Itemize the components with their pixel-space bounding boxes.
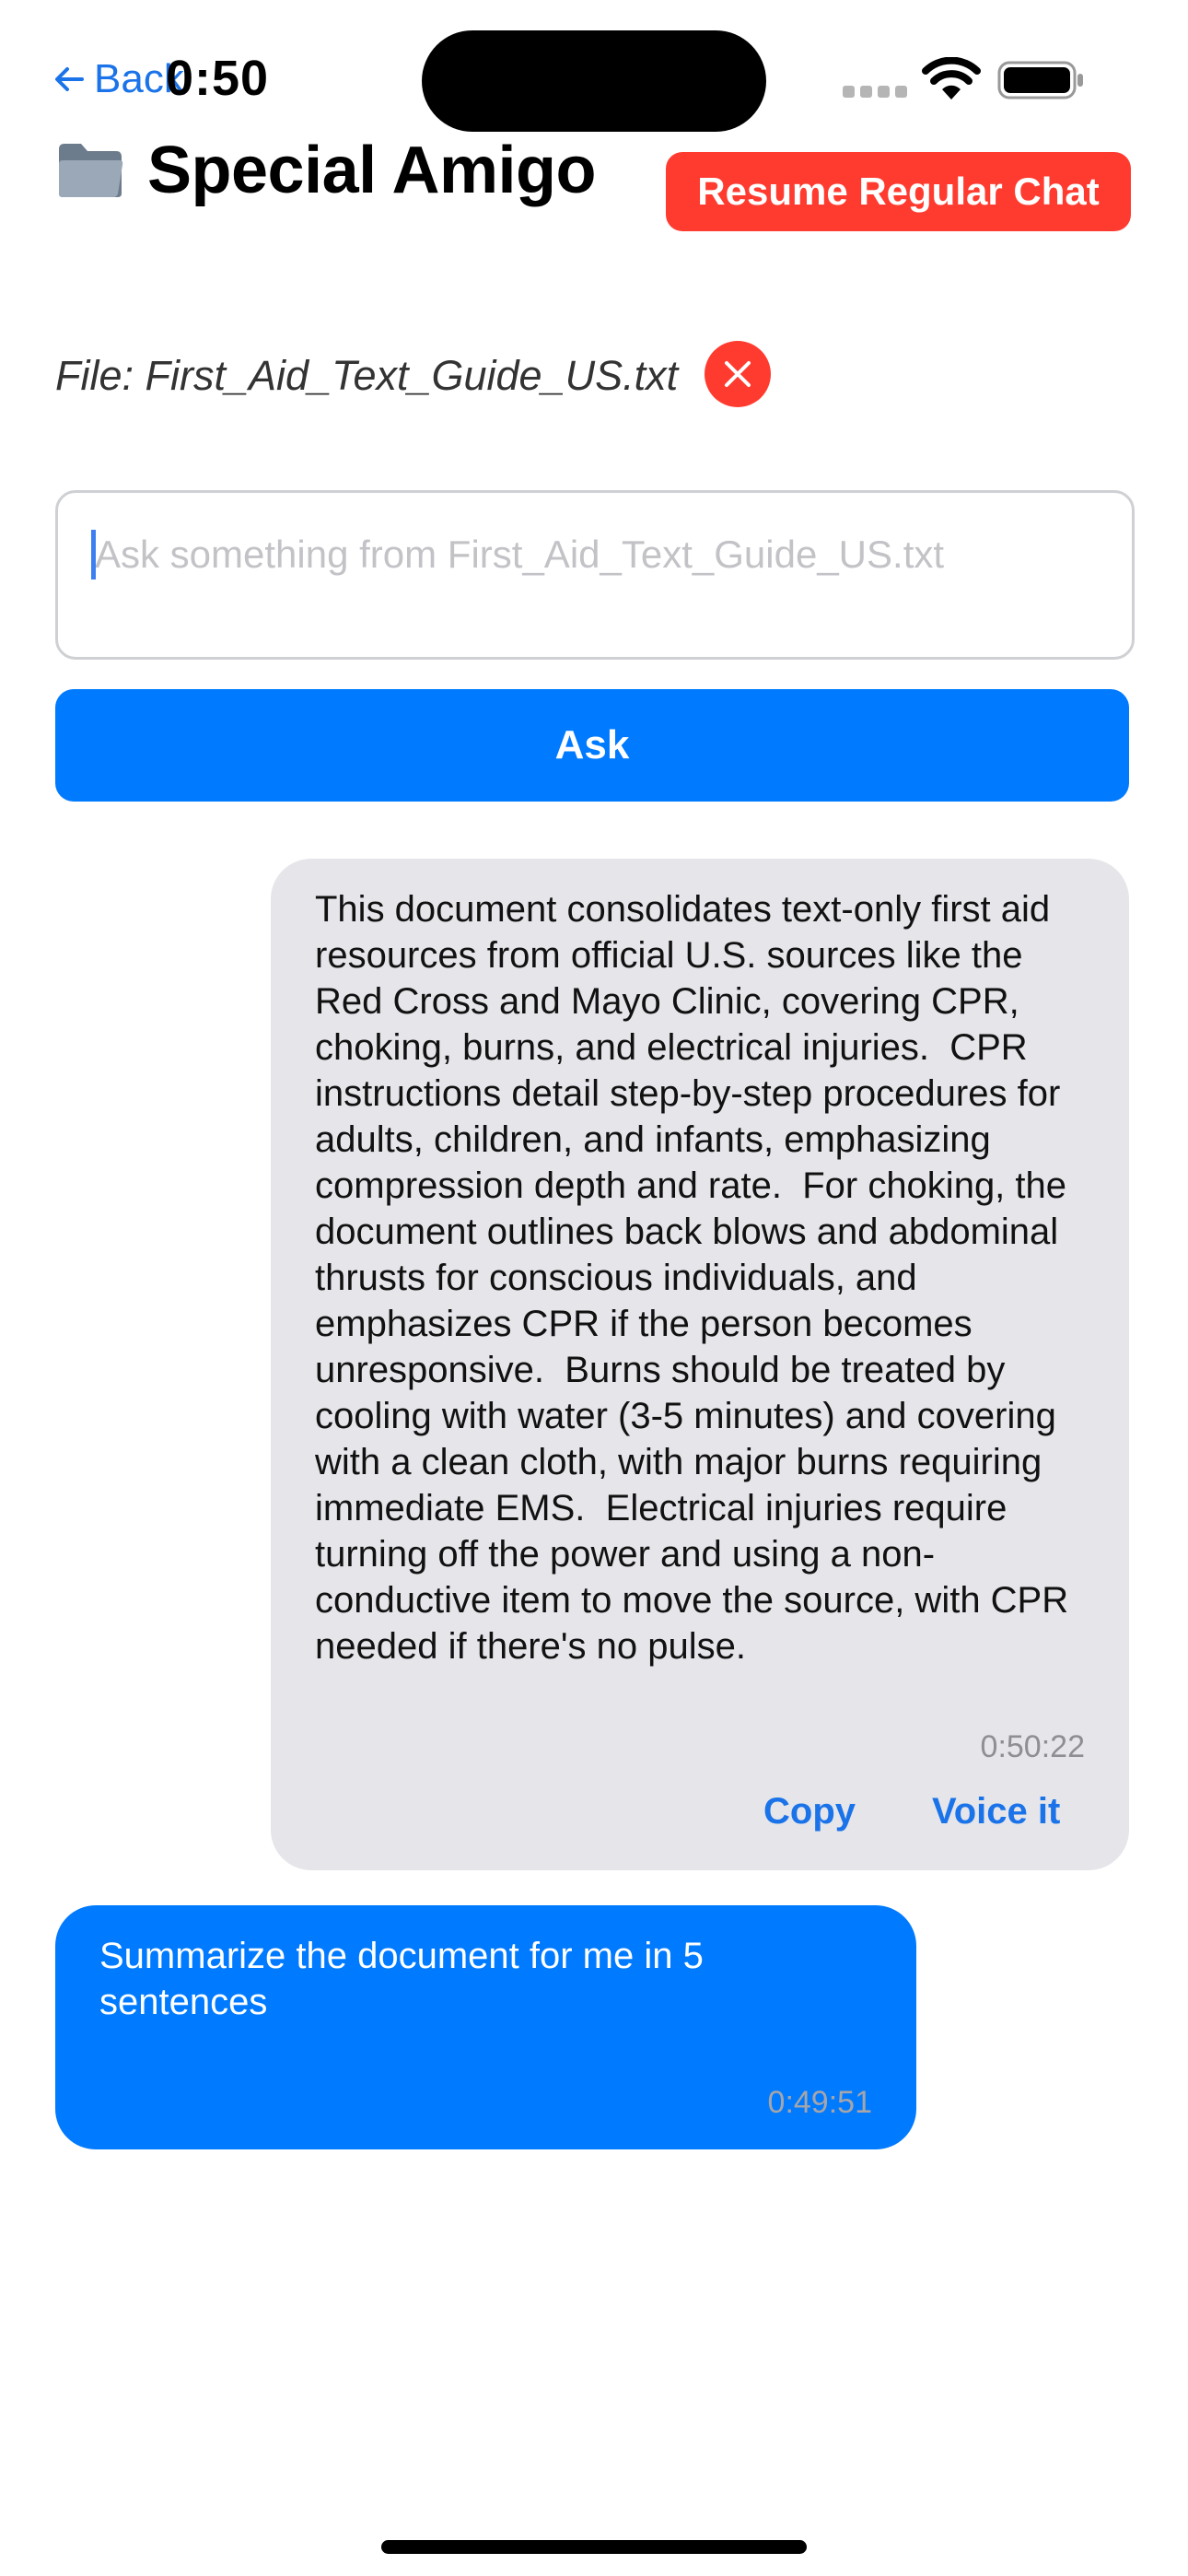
user-message-bubble: Summarize the document for me in 5 sente… xyxy=(55,1905,916,2149)
wifi-icon xyxy=(922,57,981,100)
remove-file-button[interactable] xyxy=(705,341,771,407)
assistant-message-bubble: This document consolidates text-only fir… xyxy=(271,859,1129,1870)
question-input[interactable]: Ask something from First_Aid_Text_Guide_… xyxy=(55,490,1135,660)
user-message-time: 0:49:51 xyxy=(767,2085,872,2120)
assistant-message-text: This document consolidates text-only fir… xyxy=(315,889,1079,1667)
battery-icon xyxy=(997,61,1083,100)
home-indicator xyxy=(381,2540,807,2554)
file-name-label: File: First_Aid_Text_Guide_US.txt xyxy=(55,352,679,399)
folder-icon xyxy=(59,144,123,197)
header: Special Amigo xyxy=(55,131,596,210)
close-icon xyxy=(725,361,751,387)
text-caret xyxy=(91,530,96,580)
page-title: Special Amigo xyxy=(147,134,596,207)
resume-regular-chat-button[interactable]: Resume Regular Chat xyxy=(666,152,1131,231)
question-input-placeholder: Ask something from First_Aid_Text_Guide_… xyxy=(95,533,945,576)
dynamic-island xyxy=(422,30,766,132)
voice-it-button[interactable]: Voice it xyxy=(932,1789,1060,1833)
arrow-left-icon xyxy=(55,67,84,91)
back-button[interactable]: Back xyxy=(53,53,184,105)
status-time: 0:50 xyxy=(166,51,270,106)
copy-button[interactable]: Copy xyxy=(763,1789,856,1833)
assistant-message-time: 0:50:22 xyxy=(980,1729,1085,1764)
cellular-signal-icon xyxy=(843,86,907,98)
ask-button[interactable]: Ask xyxy=(55,689,1129,802)
user-message-text: Summarize the document for me in 5 sente… xyxy=(99,1936,704,2022)
